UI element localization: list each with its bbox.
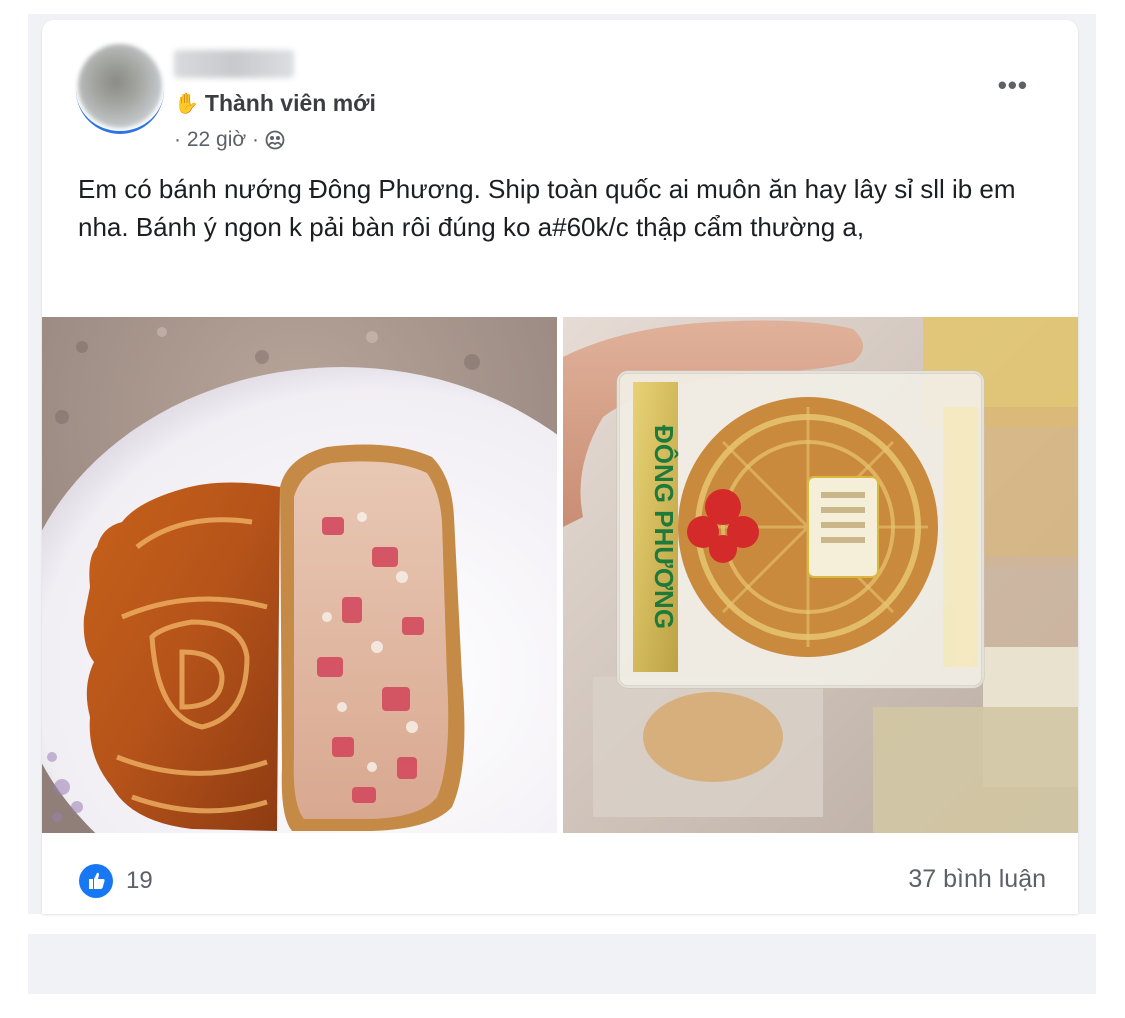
post-card: ✋ Thành viên mới · 22 giờ · ••• Em có bá… <box>42 20 1078 914</box>
story-ring <box>76 46 164 134</box>
post-body-text: Em có bánh nướng Đông Phương. Ship toàn … <box>78 174 1016 242</box>
photo-mooncake-package[interactable]: ĐÔNG PHƯƠNG <box>563 317 1078 833</box>
packaged-mooncake-photo: ĐÔNG PHƯƠNG <box>563 317 1078 833</box>
post-meta: · 22 giờ · <box>174 128 285 152</box>
reaction-count: 19 <box>126 867 153 894</box>
member-badge: ✋ Thành viên mới <box>174 90 376 117</box>
badge-label: Thành viên mới <box>204 90 376 116</box>
author-name-blurred[interactable] <box>174 50 294 78</box>
comments-count-link[interactable]: 37 bình luận <box>908 865 1046 894</box>
page-canvas: ✋ Thành viên mới · 22 giờ · ••• Em có bá… <box>0 0 1125 1018</box>
group-icon <box>265 130 285 150</box>
mooncake-photo <box>42 317 557 833</box>
photo-mooncake-cut[interactable] <box>42 317 557 833</box>
post-time[interactable]: · 22 giờ · <box>174 128 259 152</box>
feed-below-area <box>28 934 1096 994</box>
package-brand-text: ĐÔNG PHƯƠNG <box>649 425 679 629</box>
reactions-summary[interactable]: 19 <box>78 863 153 899</box>
photo-grid: ĐÔNG PHƯƠNG <box>42 317 1078 833</box>
like-icon <box>79 864 113 898</box>
waving-hand-icon: ✋ <box>174 93 199 115</box>
more-options-button[interactable]: ••• <box>998 70 1028 101</box>
